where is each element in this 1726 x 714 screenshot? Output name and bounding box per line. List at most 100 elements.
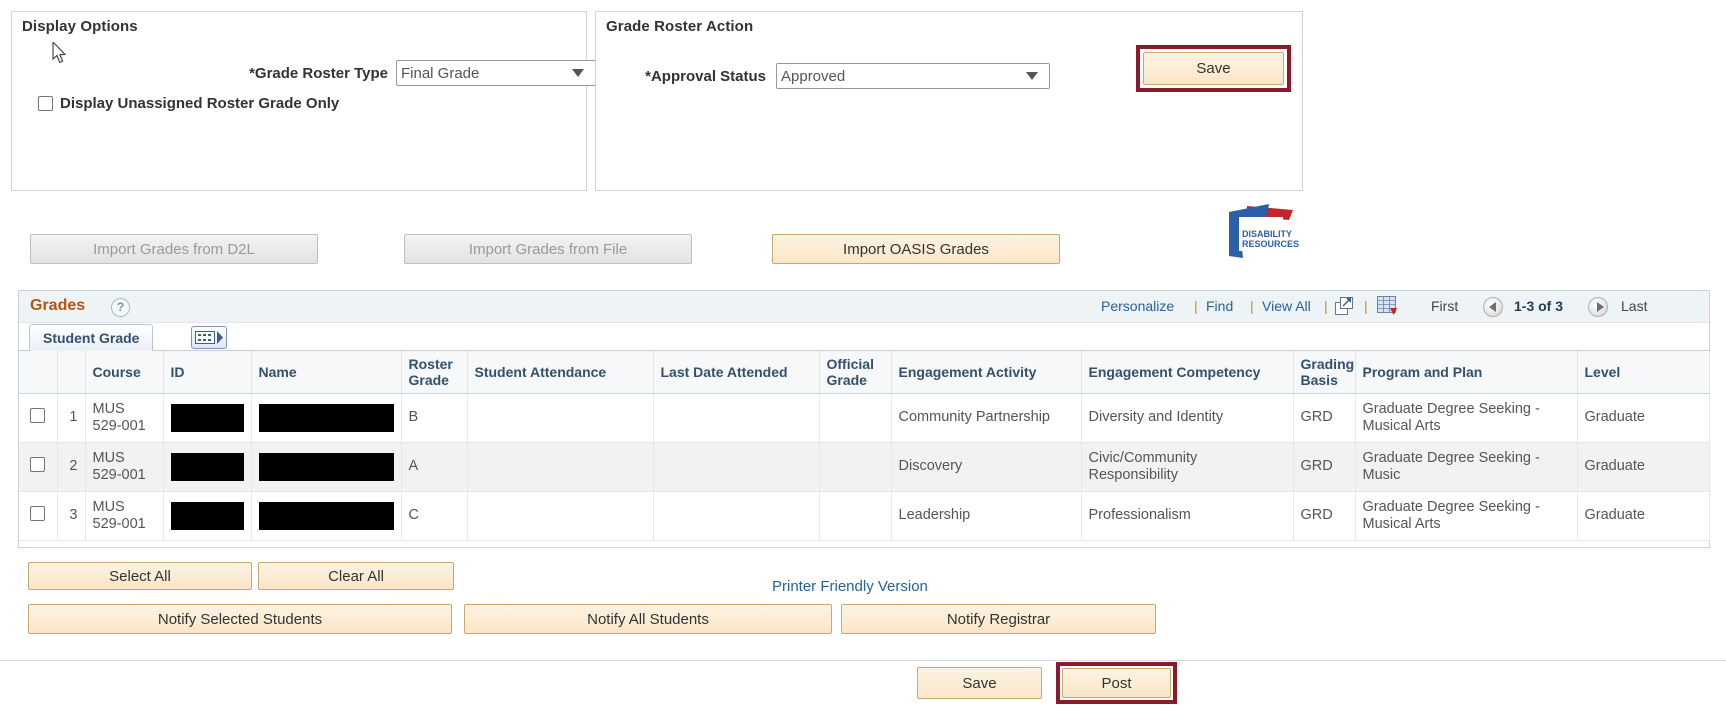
col-header-grading-basis: Grading Basis	[1293, 351, 1356, 395]
cell-engagement-competency: Professionalism	[1081, 491, 1294, 542]
col-header-official-grade: Official Grade	[819, 351, 892, 395]
import-grades-from-d2l-button[interactable]: Import Grades from D2L	[30, 234, 318, 264]
row-number: 2	[57, 442, 86, 493]
table-row: 3 MUS 529-001 C Leadership Professionalism GR…	[19, 491, 1710, 542]
select-all-button[interactable]: Select All	[28, 562, 252, 590]
printer-friendly-version-link[interactable]: Printer Friendly Version	[772, 578, 928, 595]
toolbar-separator: |	[1250, 298, 1254, 314]
notify-registrar-button[interactable]: Notify Registrar	[841, 604, 1156, 634]
col-header-rownum	[57, 351, 86, 395]
display-options-panel: Display Options *Grade Roster Type Final…	[11, 11, 596, 191]
help-icon[interactable]: ?	[111, 298, 130, 317]
row-select-cell[interactable]	[19, 393, 58, 444]
cell-program-and-plan: Graduate Degree Seeking - Musical Arts	[1355, 491, 1578, 542]
col-header-id: ID	[163, 351, 252, 395]
col-header-program-and-plan: Program and Plan	[1355, 351, 1578, 395]
cell-program-and-plan: Graduate Degree Seeking - Music	[1355, 442, 1578, 493]
show-all-columns-icon[interactable]	[191, 326, 227, 349]
cell-id-redacted	[163, 393, 252, 444]
redaction-bar	[170, 404, 244, 433]
table-row: 1 MUS 529-001 B Community Partnership Divers…	[19, 393, 1710, 444]
bottom-divider	[0, 660, 1726, 661]
row-select-checkbox[interactable]	[30, 407, 46, 423]
first-label[interactable]: First	[1431, 298, 1458, 314]
personalize-link[interactable]: Personalize	[1101, 298, 1174, 314]
notify-all-students-button[interactable]: Notify All Students	[464, 604, 832, 634]
cell-level: Graduate	[1577, 491, 1710, 542]
col-header-roster-grade: Roster Grade	[401, 351, 468, 395]
import-oasis-grades-button[interactable]: Import OASIS Grades	[772, 234, 1060, 264]
col-header-name: Name	[251, 351, 402, 395]
view-all-link[interactable]: View All	[1262, 298, 1311, 314]
redaction-bar	[258, 502, 394, 531]
clear-all-button[interactable]: Clear All	[258, 562, 454, 590]
grade-roster-page: Display Options *Grade Roster Type Final…	[0, 0, 1726, 714]
cell-name-redacted	[251, 442, 402, 493]
cell-engagement-competency: Diversity and Identity	[1081, 393, 1294, 444]
display-options-title: Display Options	[22, 18, 138, 35]
save-button-top[interactable]: Save	[1143, 52, 1284, 85]
col-header-last-date-attended: Last Date Attended	[653, 351, 820, 395]
cell-name-redacted	[251, 393, 402, 444]
grade-roster-type-label: *Grade Roster Type	[249, 65, 388, 82]
cell-roster-grade: B	[401, 393, 468, 444]
tab-student-grade[interactable]: Student Grade	[29, 324, 154, 351]
cell-official-grade	[819, 393, 892, 444]
cell-program-and-plan: Graduate Degree Seeking - Musical Arts	[1355, 393, 1578, 444]
grade-roster-action-panel: Grade Roster Action *Approval Status App…	[595, 11, 1303, 191]
table-row: 2 MUS 529-001 A Discovery Civic/Community Re…	[19, 442, 1710, 493]
cell-student-attendance	[467, 442, 654, 493]
grade-roster-action-title: Grade Roster Action	[606, 18, 754, 35]
col-header-level: Level	[1577, 351, 1710, 395]
disability-resources-logo: DISABILITY RESOURCES	[1229, 204, 1299, 258]
redaction-bar	[170, 502, 244, 531]
redaction-bar	[258, 404, 394, 433]
logo-line1: DISABILITY	[1242, 229, 1292, 239]
row-number: 3	[57, 491, 86, 542]
display-unassigned-checkbox[interactable]	[38, 96, 53, 111]
toolbar-separator: |	[1364, 298, 1368, 314]
cell-course: MUS 529-001	[85, 393, 164, 444]
col-header-engagement-activity: Engagement Activity	[891, 351, 1082, 395]
find-link[interactable]: Find	[1206, 298, 1233, 314]
cell-level: Graduate	[1577, 442, 1710, 493]
row-select-checkbox[interactable]	[30, 505, 46, 521]
cell-last-date-attended	[653, 491, 820, 542]
col-header-engagement-competency: Engagement Competency	[1081, 351, 1294, 395]
cell-roster-grade: C	[401, 491, 468, 542]
cell-engagement-activity: Community Partnership	[891, 393, 1082, 444]
cell-official-grade	[819, 442, 892, 493]
save-button-bottom[interactable]: Save	[917, 667, 1042, 699]
cell-student-attendance	[467, 393, 654, 444]
row-select-cell[interactable]	[19, 491, 58, 542]
cell-engagement-competency: Civic/Community Responsibility	[1081, 442, 1294, 493]
tab-strip: Student Grade	[19, 323, 1709, 351]
import-grades-from-file-button[interactable]: Import Grades from File	[404, 234, 692, 264]
cell-roster-grade: A	[401, 442, 468, 493]
last-label[interactable]: Last	[1621, 298, 1647, 314]
cell-engagement-activity: Leadership	[891, 491, 1082, 542]
grades-title: Grades	[30, 297, 86, 314]
approval-status-select[interactable]: Approved	[776, 63, 1050, 89]
cell-course: MUS 529-001	[85, 491, 164, 542]
display-unassigned-row[interactable]: Display Unassigned Roster Grade Only	[38, 95, 339, 112]
notify-selected-students-button[interactable]: Notify Selected Students	[28, 604, 452, 634]
toolbar-separator: |	[1324, 298, 1328, 314]
mouse-cursor-icon	[52, 42, 67, 64]
post-button[interactable]: Post	[1062, 668, 1171, 698]
cell-course: MUS 529-001	[85, 442, 164, 493]
cell-id-redacted	[163, 491, 252, 542]
grade-roster-type-select[interactable]: Final Grade	[396, 60, 596, 86]
cell-official-grade	[819, 491, 892, 542]
cell-id-redacted	[163, 442, 252, 493]
col-header-course: Course	[85, 351, 164, 395]
row-select-checkbox[interactable]	[30, 456, 46, 472]
expand-icon[interactable]	[1335, 297, 1354, 316]
right-arrow-icon	[1597, 302, 1604, 312]
download-spreadsheet-icon[interactable]	[1377, 296, 1398, 316]
row-select-cell[interactable]	[19, 442, 58, 493]
cell-last-date-attended	[653, 442, 820, 493]
logo-line2: RESOURCES	[1242, 239, 1299, 249]
row-number: 1	[57, 393, 86, 444]
grades-header: Grades ? Personalize | Find | View All |…	[19, 291, 1709, 323]
